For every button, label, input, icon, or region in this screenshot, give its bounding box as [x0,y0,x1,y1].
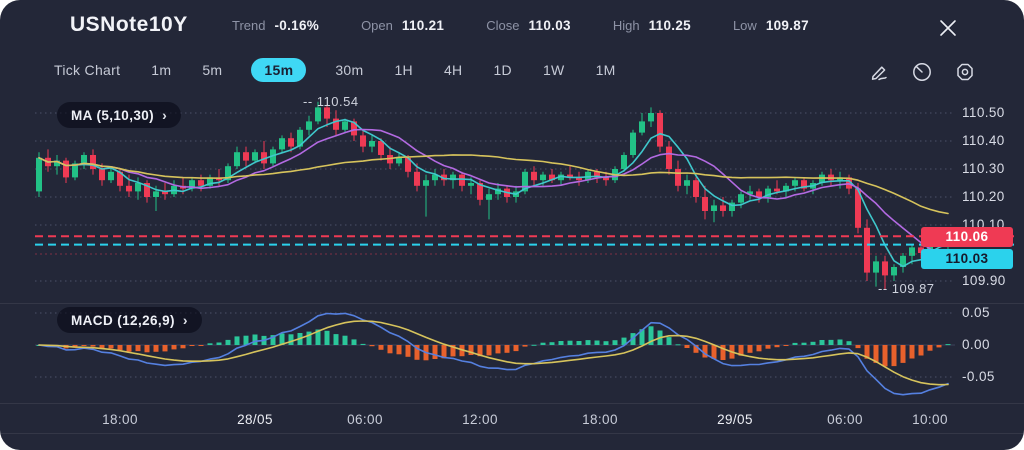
ma-indicator-label: MA (5,10,30) [71,108,154,123]
stat-close-value: 110.03 [528,18,570,33]
stat-open-value: 110.21 [402,18,444,33]
header-stats: Trend -0.16% Open 110.21 Close 110.03 Hi… [232,18,809,33]
high-annotation: -- 110.54 [303,94,359,109]
macd-tick: -0.05 [962,369,1022,384]
price-badge-lower: 110.03 [921,249,1013,269]
macd-indicator-pill[interactable]: MACD (12,26,9) › [57,307,202,333]
tab-1mo[interactable]: 1M [594,58,618,82]
stat-low: Low 109.87 [733,18,809,33]
tab-5m[interactable]: 5m [200,58,224,82]
stat-low-label: Low [733,18,757,33]
time-label: 10:00 [898,412,962,427]
tab-4h[interactable]: 4H [442,58,465,82]
price-tick: 110.20 [962,189,1022,204]
stat-close: Close 110.03 [486,18,571,33]
stat-open: Open 110.21 [361,18,444,33]
draw-icon [869,62,889,82]
stat-low-value: 109.87 [766,18,809,33]
timer-button[interactable] [909,59,935,85]
price-tick: 110.30 [962,161,1022,176]
tab-1h[interactable]: 1H [392,58,415,82]
stat-trend-value: -0.16% [274,18,319,33]
close-button[interactable] [934,14,962,42]
stat-high: High 110.25 [613,18,691,33]
time-axis-divider-top [0,403,1024,404]
time-axis-divider-bottom [0,433,1024,434]
close-icon [939,19,957,37]
settings-icon [954,61,976,83]
chevron-right-icon: › [162,107,167,123]
low-annotation: -- 109.87 [878,281,935,296]
draw-button[interactable] [866,59,892,85]
ma-indicator-pill[interactable]: MA (5,10,30) › [57,102,181,128]
stat-close-label: Close [486,18,519,33]
tab-1w[interactable]: 1W [541,58,567,82]
chevron-right-icon: › [183,312,188,328]
settings-button[interactable] [952,59,978,85]
stat-high-label: High [613,18,640,33]
time-label: 12:00 [448,412,512,427]
timer-icon [911,61,933,83]
price-tick: 110.40 [962,133,1022,148]
macd-tick: 0.05 [962,305,1022,320]
tab-30m[interactable]: 30m [333,58,365,82]
symbol-title: USNote10Y [70,13,188,37]
time-label-date: 28/05 [223,412,287,427]
macd-indicator-label: MACD (12,26,9) [71,313,175,328]
price-tick: 110.50 [962,105,1022,120]
stat-trend: Trend -0.16% [232,18,319,33]
price-badge-upper: 110.06 [921,227,1013,247]
time-label: 06:00 [813,412,877,427]
stat-high-value: 110.25 [649,18,691,33]
macd-tick: 0.00 [962,337,1022,352]
price-tick: 109.90 [962,273,1022,288]
time-label: 18:00 [88,412,152,427]
tab-1m[interactable]: 1m [149,58,173,82]
tab-15m[interactable]: 15m [251,58,306,82]
tab-1d[interactable]: 1D [491,58,514,82]
stat-trend-label: Trend [232,18,265,33]
interval-tabs: Tick Chart 1m 5m 15m 30m 1H 4H 1D 1W 1M [52,58,618,82]
trading-panel-card: USNote10Y Trend -0.16% Open 110.21 Close… [0,0,1024,450]
time-label-date: 29/05 [703,412,767,427]
stat-open-label: Open [361,18,393,33]
time-label: 18:00 [568,412,632,427]
panel-divider [0,303,1024,304]
toolbar-icon-buttons [866,59,978,85]
time-label: 06:00 [333,412,397,427]
tab-tick-chart[interactable]: Tick Chart [52,58,122,82]
